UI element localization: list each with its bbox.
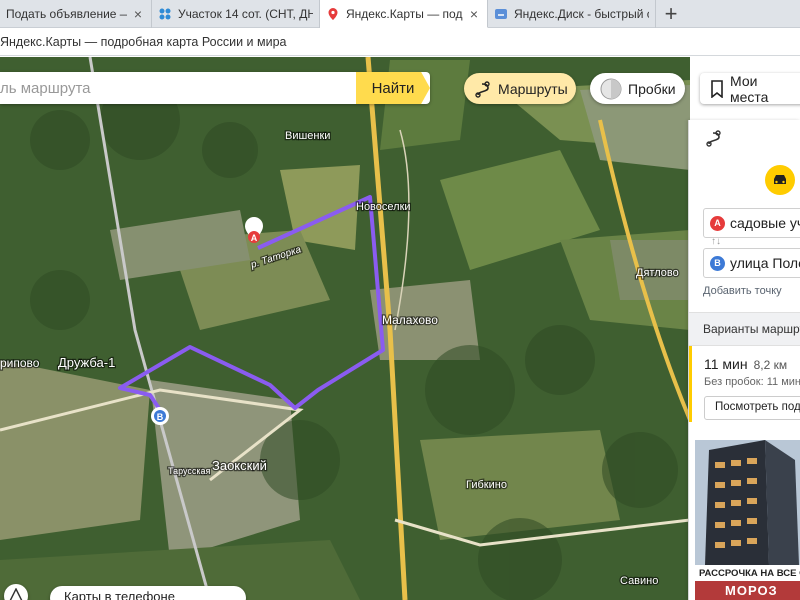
find-button[interactable]: Найти xyxy=(356,72,430,104)
search-input[interactable] xyxy=(0,72,356,104)
tab-label: Яндекс.Карты — подробн xyxy=(346,6,463,21)
label-vishenki: Вишенки xyxy=(285,130,330,142)
traffic-button[interactable]: Пробки xyxy=(590,73,685,104)
tab-label: Участок 14 сот. (СНТ, ДНП) xyxy=(178,7,313,21)
building-image xyxy=(695,440,800,565)
waypoint-a-field[interactable]: A садовые уча xyxy=(703,208,800,238)
ad-caption: РАССРОЧКА НА ВСЕ О xyxy=(695,565,800,581)
traffic-light-icon xyxy=(600,78,622,100)
panel-header xyxy=(689,120,800,158)
dots-icon xyxy=(158,7,172,21)
tab-yandex-disk[interactable]: Яндекс.Диск - быстрый спо xyxy=(488,0,656,28)
marker-a-label: A xyxy=(251,233,258,243)
tab-plot-listing[interactable]: Участок 14 сот. (СНТ, ДНП) xyxy=(152,0,320,28)
map-canvas[interactable]: A B Вишенки Новоселки р. Таторка Малахов… xyxy=(0,57,690,600)
label-druzhba: Дружба-1 xyxy=(58,355,115,370)
tab-label: Яндекс.Диск - быстрый спо xyxy=(514,7,649,21)
town-area xyxy=(0,360,150,540)
label-dyatlovo: Дятлово xyxy=(636,267,679,279)
marker-b-icon: B xyxy=(151,407,169,425)
waypoint-b-text: улица Поле xyxy=(730,255,800,271)
label-zaoksky: Заокский xyxy=(212,458,267,473)
new-tab-button[interactable]: + xyxy=(656,0,686,27)
tab-avito[interactable]: Подать объявление — Объ × xyxy=(0,0,152,28)
search-bar: Найти xyxy=(0,72,430,104)
map-pin-icon xyxy=(326,7,340,21)
route-variants-header: Варианты маршрут xyxy=(689,312,800,346)
warning-icon xyxy=(9,586,23,600)
label-malakhovo: Малахово xyxy=(382,313,438,327)
mobile-app-promo[interactable]: Карты в телефоне xyxy=(50,586,246,600)
tab-close-icon[interactable]: × xyxy=(467,6,481,22)
disk-icon xyxy=(494,7,508,21)
route-icon xyxy=(474,80,492,98)
marker-a-badge: A xyxy=(710,215,725,231)
traffic-label: Пробки xyxy=(628,80,676,97)
route-time: 11 мин xyxy=(704,356,748,372)
waypoint-b-field[interactable]: B улица Поле xyxy=(703,248,800,278)
taxi-icon xyxy=(772,173,788,188)
route-details-button[interactable]: Посмотреть подр xyxy=(704,396,800,420)
label-novoselki: Новоселки xyxy=(356,201,411,213)
tab-label: Подать объявление — Объ xyxy=(6,7,127,21)
page-title-bar: Яндекс.Карты — подробная карта России и … xyxy=(0,28,800,56)
taxi-mode-button[interactable] xyxy=(765,165,795,195)
waypoint-a-text: садовые уча xyxy=(730,215,800,231)
route-option-card[interactable]: 11 мин 8,2 км Без пробок: 11 мин Посмотре… xyxy=(689,346,800,422)
tab-close-icon[interactable]: × xyxy=(131,6,145,22)
page-title: Яндекс.Карты — подробная карта России и … xyxy=(0,34,287,49)
routes-label: Маршруты xyxy=(498,80,568,97)
advertisement-banner[interactable]: РАССРОЧКА НА ВСЕ О МОРОЗ xyxy=(695,440,800,600)
bookmark-icon xyxy=(710,79,724,98)
my-places-label: Мои места xyxy=(730,72,769,105)
label-ripovo: рипово xyxy=(0,356,40,370)
route-no-traffic: Без пробок: 11 мин xyxy=(704,376,800,388)
my-places-button[interactable]: Мои места xyxy=(700,72,800,105)
add-point-link[interactable]: Добавить точку xyxy=(703,285,782,297)
marker-b-badge: B xyxy=(710,255,725,271)
marker-b-label: B xyxy=(157,412,164,422)
label-tarusskaya: Тарусская xyxy=(168,466,211,476)
label-savino: Савино xyxy=(620,575,658,587)
phone-promo-label: Карты в телефоне xyxy=(64,589,175,600)
label-gibkino: Гибкино xyxy=(466,479,507,491)
transport-modes xyxy=(689,158,800,202)
satellite-map: A B Вишенки Новоселки р. Таторка Малахов… xyxy=(0,57,690,600)
ad-brand: МОРОЗ xyxy=(695,581,800,600)
route-distance: 8,2 км xyxy=(753,358,788,372)
routes-button[interactable]: Маршруты xyxy=(464,73,576,104)
route-panel: A садовые уча ↑↓ B улица Поле Добавить т… xyxy=(688,120,800,600)
browser-tabbar: Подать объявление — Объ × Участок 14 сот… xyxy=(0,0,800,28)
route-mode-icon[interactable] xyxy=(705,129,723,150)
swap-points-icon[interactable]: ↑↓ xyxy=(711,236,721,247)
route-time-row: 11 мин 8,2 км xyxy=(704,356,800,372)
tab-yandex-maps[interactable]: Яндекс.Карты — подробн × xyxy=(320,0,488,28)
